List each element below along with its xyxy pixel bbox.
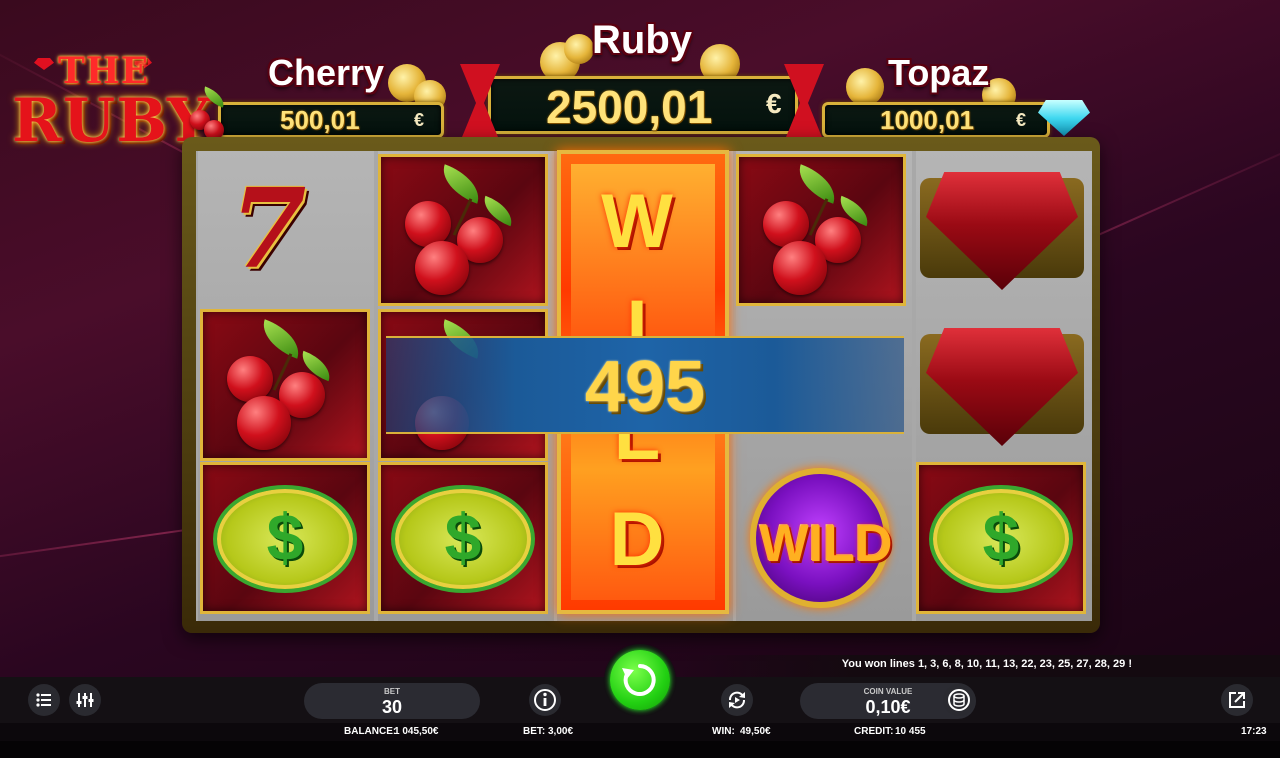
jackpot-topaz: Topaz 1000,01 €: [822, 50, 1092, 146]
jackpot-cherry-name: Cherry: [268, 52, 385, 93]
spin-button[interactable]: [604, 644, 676, 716]
bet-label: BET: [384, 687, 400, 696]
external-link-button[interactable]: [1221, 684, 1253, 716]
win-value: 49,50€: [740, 726, 771, 737]
symbol-cherry: [378, 154, 548, 306]
balance-value: 1 045,50€: [394, 726, 439, 737]
info-bar: BALANCE: 1 045,50€ BET: 3,00€ WIN: 49,50…: [0, 723, 1280, 741]
symbol-ruby-gem: [914, 162, 1084, 314]
symbol-wild: WILD: [750, 468, 892, 608]
wild-letter-d: D: [609, 497, 665, 582]
info-bet-value: 3,00€: [548, 726, 574, 737]
jackpot-ruby-currency: €: [766, 88, 782, 119]
control-bar: BET 30 COIN VALUE 0,10€: [0, 644, 1280, 723]
coins-button[interactable]: [943, 684, 975, 716]
win-banner: 495: [386, 336, 904, 434]
symbol-dollar: $: [200, 462, 370, 614]
coins-icon: [948, 689, 970, 711]
game-logo: THE RUBY: [8, 28, 210, 158]
autoplay-button[interactable]: [721, 684, 753, 716]
settings-icon: [76, 693, 94, 707]
settings-button[interactable]: [69, 684, 101, 716]
wild-symbol-text: WILD: [759, 515, 893, 573]
symbol-cherry: [200, 309, 370, 461]
jackpot-ruby: Ruby 2500,01 €: [460, 18, 826, 144]
info-button[interactable]: [529, 684, 561, 716]
clock: 17:23: [1241, 726, 1267, 737]
symbol-cherry: [736, 154, 906, 306]
bet-value: 30: [381, 697, 403, 717]
dollar-glyph: $: [982, 500, 1020, 574]
symbol-dollar: $: [378, 462, 548, 614]
jackpot-ruby-name: Ruby: [592, 18, 692, 62]
status-message: You won lines 1, 3, 6, 8, 10, 11, 13, 22…: [841, 658, 1132, 670]
symbol-seven: 7: [200, 154, 370, 306]
game-stage: THE RUBY Cherry 500,01 € Ruby 2500,01 € …: [0, 0, 1280, 677]
jackpot-cherry-value: 500,01: [280, 105, 360, 135]
dollar-glyph: $: [444, 500, 482, 574]
menu-icon: [36, 693, 51, 707]
external-link-icon: [1229, 692, 1245, 708]
jackpot-topaz-value: 1000,01: [880, 105, 974, 135]
bottom-bar: [0, 741, 1280, 758]
jackpot-cherry: Cherry 500,01 €: [188, 50, 458, 146]
autoplay-icon: [729, 691, 745, 709]
win-label: WIN:: [712, 726, 735, 737]
bet-selector[interactable]: BET 30: [304, 683, 480, 719]
seven-glyph: 7: [230, 164, 307, 293]
balance-label: BALANCE:: [344, 726, 397, 737]
credit-value: 10 455: [895, 726, 926, 737]
status-message-bar: You won lines 1, 3, 6, 8, 10, 11, 13, 22…: [680, 655, 1280, 677]
jackpot-topaz-name: Topaz: [888, 52, 990, 93]
info-icon: [534, 689, 556, 711]
logo-line-ruby: RUBY: [12, 86, 211, 156]
jackpot-cherry-currency: €: [414, 110, 425, 130]
menu-button[interactable]: [28, 684, 60, 716]
info-bet-label: BET:: [523, 726, 546, 737]
symbol-ruby-gem: [914, 318, 1084, 470]
wild-letter-w: W: [601, 179, 673, 264]
win-amount: 495: [584, 347, 706, 427]
symbol-dollar: $: [916, 462, 1086, 614]
dollar-glyph: $: [266, 500, 304, 574]
spin-icon: [622, 664, 656, 696]
jackpot-topaz-currency: €: [1016, 110, 1027, 130]
credit-label: CREDIT:: [854, 726, 894, 737]
ruby-gem-icon: [34, 58, 54, 70]
cherry-icon: [188, 86, 234, 144]
jackpot-ruby-value: 2500,01: [546, 81, 713, 133]
